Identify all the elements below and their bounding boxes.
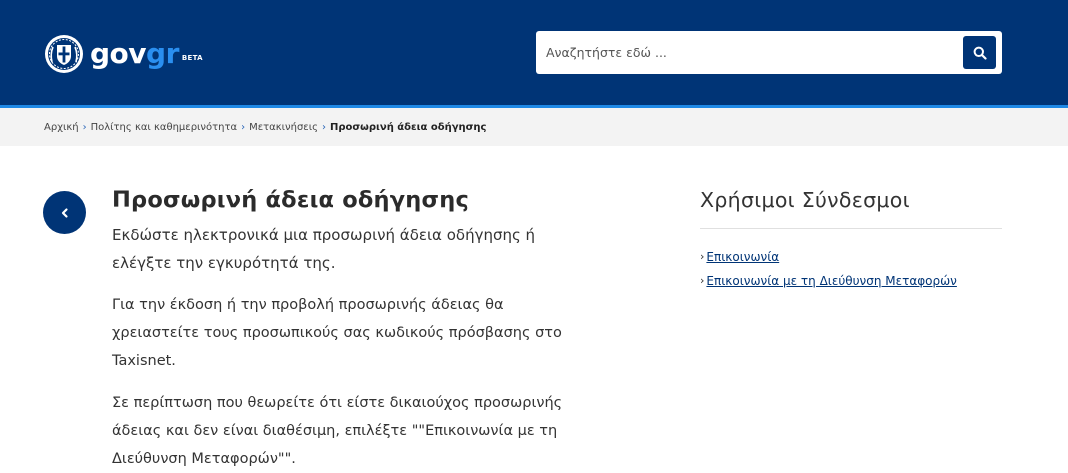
logo-gr-text: gr bbox=[146, 37, 179, 70]
useful-links-title: Χρήσιμοι Σύνδεσμοι bbox=[700, 188, 910, 212]
breadcrumb-home[interactable]: Αρχική bbox=[44, 122, 79, 133]
page-title: Προσωρινή άδεια οδήγησης bbox=[112, 187, 469, 213]
main-content: Προσωρινή άδεια οδήγησης Εκδώστε ηλεκτρο… bbox=[112, 183, 592, 473]
beta-badge: BETA bbox=[181, 54, 203, 62]
body-paragraph: Για την έκδοση ή την προβολή προσωρινής … bbox=[112, 297, 562, 369]
breadcrumb-bar: Αρχική › Πολίτης και καθημερινότητα › Με… bbox=[0, 108, 1068, 146]
list-item: › Επικοινωνία με τη Διεύθυνση Μεταφορών bbox=[700, 273, 1002, 289]
breadcrumb-separator-icon: › bbox=[321, 121, 326, 133]
search-box bbox=[536, 31, 1002, 74]
breadcrumb-citizen[interactable]: Πολίτης και καθημερινότητα bbox=[91, 122, 238, 133]
breadcrumb-separator-icon: › bbox=[241, 121, 246, 133]
site-header: govgr BETA bbox=[0, 0, 1068, 105]
search-input[interactable] bbox=[536, 31, 956, 74]
breadcrumb: Αρχική › Πολίτης και καθημερινότητα › Με… bbox=[44, 108, 486, 146]
search-icon bbox=[973, 46, 987, 60]
search-button[interactable] bbox=[963, 36, 996, 69]
body-paragraph: Σε περίπτωση που θεωρείτε ότι είστε δικα… bbox=[112, 395, 563, 467]
breadcrumb-current: Προσωρινή άδεια οδήγησης bbox=[329, 121, 487, 133]
breadcrumb-separator-icon: › bbox=[82, 121, 87, 133]
chevron-right-icon: › bbox=[700, 274, 705, 287]
link-contact[interactable]: Επικοινωνία bbox=[706, 249, 779, 265]
govgr-logo[interactable]: govgr BETA bbox=[44, 34, 203, 74]
greek-coat-of-arms-icon bbox=[45, 35, 83, 73]
list-item: › Επικοινωνία bbox=[700, 249, 1002, 265]
logo-wordmark: govgr bbox=[90, 34, 179, 74]
logo-gov-text: gov bbox=[90, 37, 147, 70]
link-contact-transport-directorate[interactable]: Επικοινωνία με τη Διεύθυνση Μεταφορών bbox=[706, 273, 956, 289]
chevron-left-icon bbox=[61, 207, 68, 218]
divider bbox=[700, 228, 1002, 229]
back-button[interactable] bbox=[43, 191, 86, 234]
useful-links-list: › Επικοινωνία › Επικοινωνία με τη Διεύθυ… bbox=[700, 249, 1002, 289]
chevron-right-icon: › bbox=[700, 250, 705, 263]
lead-paragraph: Εκδώστε ηλεκτρονικά μια προσωρινή άδεια … bbox=[112, 226, 536, 272]
useful-links-panel: Χρήσιμοι Σύνδεσμοι › Επικοινωνία › Επικο… bbox=[700, 183, 1002, 297]
breadcrumb-transport[interactable]: Μετακινήσεις bbox=[249, 122, 318, 133]
